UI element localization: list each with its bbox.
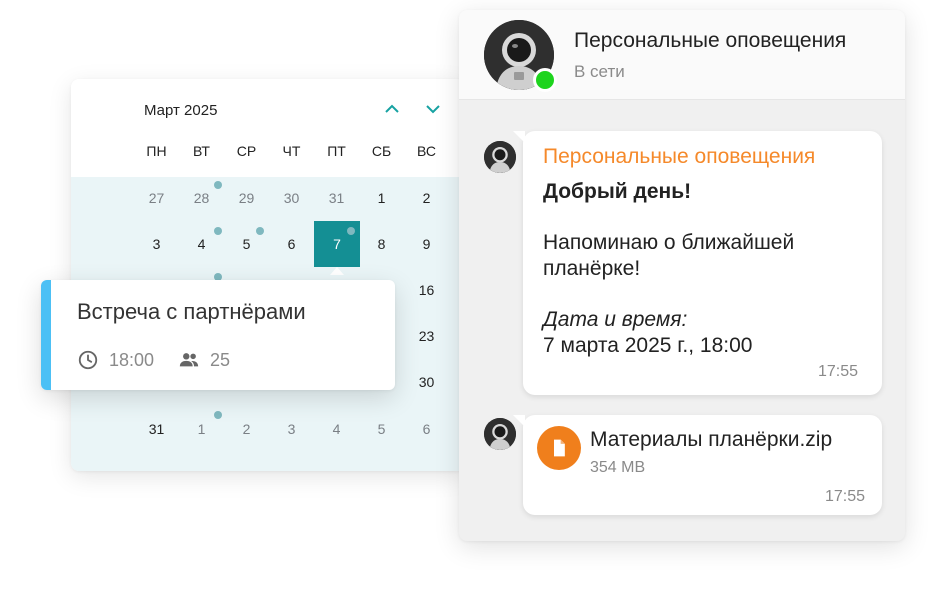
event-card[interactable]: Встреча с партнёрами 18:00 25 [41, 280, 395, 390]
message-text-line: планёрке! [543, 257, 641, 280]
event-indicator-dot [214, 227, 222, 235]
calendar-week: 31 1 2 3 4 5 6 [134, 414, 449, 444]
event-indicator-dot [214, 411, 222, 419]
message-time: 17:55 [818, 363, 859, 380]
message-time: 17:55 [825, 488, 866, 505]
calendar-day[interactable]: 6 [404, 414, 449, 444]
message-datetime-value: 7 марта 2025 г., 18:00 [543, 334, 753, 357]
chat-window: Персональные оповещения В сети Персональ… [459, 10, 905, 541]
calendar-day[interactable]: 3 [269, 414, 314, 444]
message-bubble: Персональные оповещения Добрый день! Нап… [513, 131, 882, 395]
chevron-down-icon [426, 105, 440, 114]
astronaut-icon [484, 418, 516, 450]
calendar-day[interactable]: 23 [404, 321, 449, 351]
event-participants: 25 [178, 349, 230, 371]
document-icon [554, 439, 565, 457]
chat-header: Персональные оповещения В сети [459, 10, 905, 100]
calendar-day[interactable]: 27 [134, 183, 179, 213]
calendar-week: 27 28 29 30 31 1 2 [134, 183, 449, 213]
calendar-widget: Март 2025 ПН ВТ СР ЧТ ПТ СБ ВС 27 28 29 … [71, 79, 465, 471]
online-status-dot [533, 68, 557, 92]
calendar-day[interactable]: 31 [314, 183, 359, 213]
calendar-week: 3 4 5 6 7 8 9 [134, 221, 449, 275]
message-datetime-label: Дата и время: [543, 308, 688, 331]
chevron-up-icon [385, 104, 399, 113]
calendar-day[interactable]: 3 [134, 229, 179, 259]
chat-title: Персональные оповещения [574, 29, 847, 52]
event-time: 18:00 [77, 349, 154, 371]
calendar-day[interactable]: 5 [359, 414, 404, 444]
weekday-label: ЧТ [282, 143, 301, 159]
message-greeting: Добрый день! [543, 180, 692, 203]
weekday-label: СР [236, 143, 257, 159]
calendar-day[interactable]: 6 [269, 229, 314, 259]
file-download-button[interactable] [537, 426, 581, 470]
event-indicator-dot [214, 181, 222, 189]
weekday-label: ВС [417, 143, 436, 159]
calendar-day[interactable]: 29 [224, 183, 269, 213]
chat-status: В сети [574, 62, 625, 81]
weekday-label: ПТ [327, 143, 346, 159]
calendar-day[interactable]: 31 [134, 414, 179, 444]
event-indicator-dot [347, 227, 355, 235]
file-message-bubble: Материалы планёрки.zip 354 MB 17:55 [513, 415, 882, 515]
calendar-day[interactable]: 16 [404, 275, 449, 305]
calendar-header: Март 2025 ПН ВТ СР ЧТ ПТ СБ ВС [71, 79, 465, 177]
clock-icon [78, 350, 98, 370]
calendar-day[interactable]: 30 [404, 367, 449, 397]
file-size: 354 MB [590, 459, 646, 476]
calendar-day[interactable]: 8 [359, 229, 404, 259]
weekday-label: ВТ [193, 143, 210, 159]
event-accent-bar [41, 280, 51, 390]
next-month-button[interactable] [420, 96, 446, 122]
calendar-month-title: Март 2025 [144, 102, 218, 119]
event-time-value: 18:00 [109, 349, 155, 370]
calendar-day[interactable]: 2 [224, 414, 269, 444]
event-participants-count: 25 [210, 349, 231, 370]
file-name-link[interactable]: Материалы планёрки.zip [590, 428, 832, 452]
event-title: Встреча с партнёрами [77, 299, 306, 324]
event-indicator-dot [256, 227, 264, 235]
message-text-line: Напоминаю о ближайшей [543, 231, 795, 254]
astronaut-icon [484, 141, 516, 173]
people-icon [179, 353, 199, 367]
calendar-day[interactable]: 2 [404, 183, 449, 213]
calendar-day[interactable]: 30 [269, 183, 314, 213]
weekday-label: ПН [146, 143, 167, 159]
calendar-day[interactable]: 4 [314, 414, 359, 444]
message-sender: Персональные оповещения [543, 145, 816, 168]
calendar-day[interactable]: 9 [404, 229, 449, 259]
previous-month-button[interactable] [379, 96, 405, 122]
avatar[interactable] [484, 141, 516, 173]
weekday-label: СБ [371, 143, 392, 159]
avatar[interactable] [484, 418, 516, 450]
weekday-header-row: ПН ВТ СР ЧТ ПТ СБ ВС [134, 143, 449, 163]
event-meta: 18:00 25 [77, 348, 254, 372]
calendar-day[interactable]: 1 [359, 183, 404, 213]
